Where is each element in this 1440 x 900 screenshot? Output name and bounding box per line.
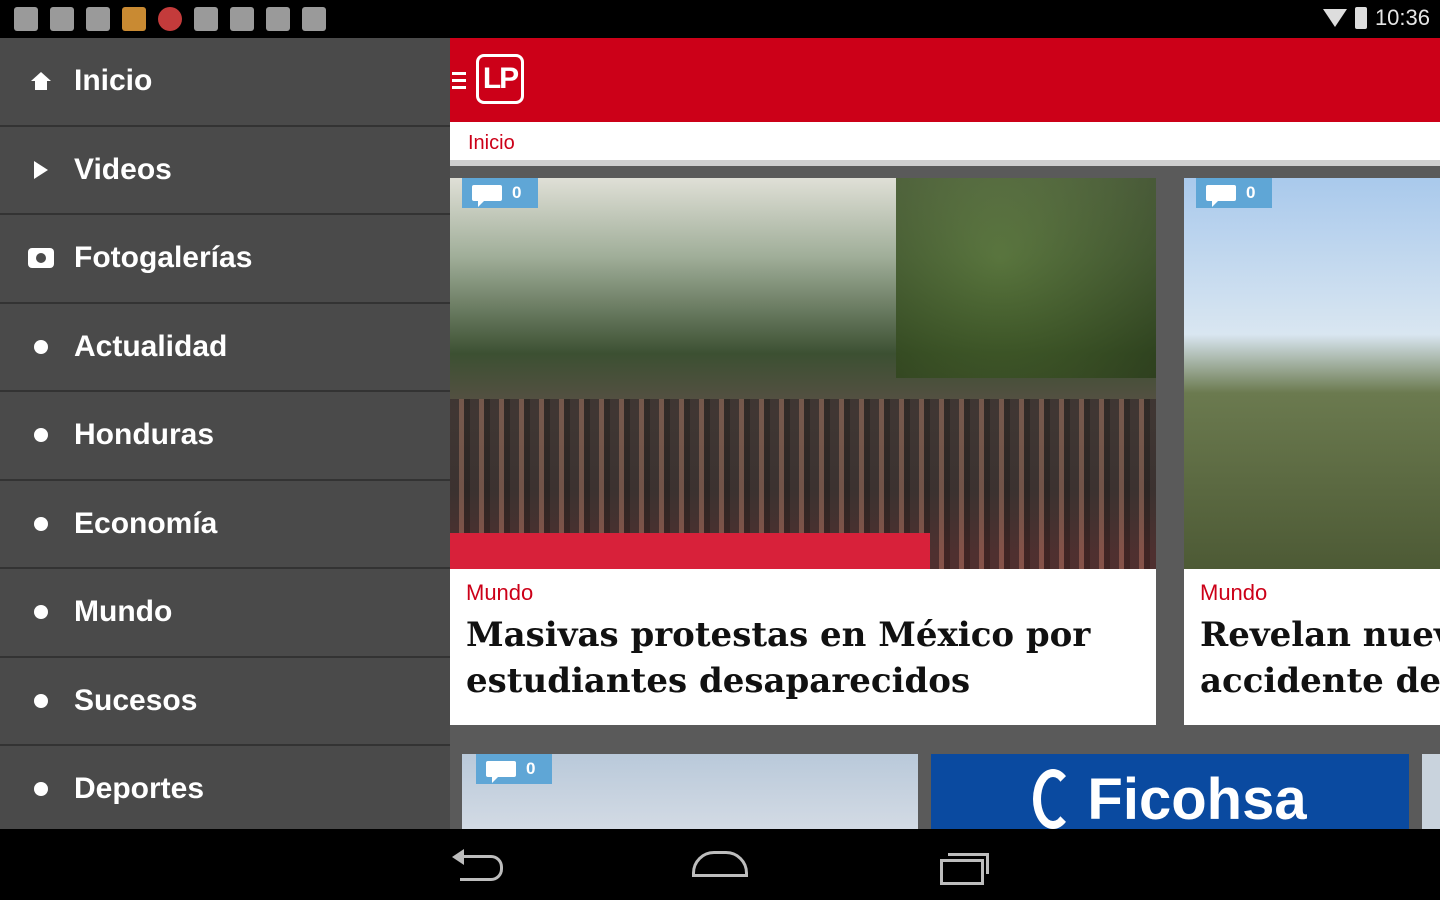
menu-icon[interactable]: [452, 72, 466, 90]
comment-count-badge: 0: [1196, 178, 1272, 208]
wifi-icon: [1322, 9, 1347, 27]
gmail-icon: [86, 7, 110, 31]
system-nav-bar: [0, 829, 1440, 900]
article-card[interactable]: 0 Mundo Revelan nuev accidente del: [1184, 178, 1440, 725]
dot-icon: [34, 516, 48, 531]
article-image: [1184, 178, 1440, 569]
ficohsa-logo-icon: [1033, 769, 1074, 829]
article-title[interactable]: accidente del: [1200, 658, 1440, 704]
drawer-item-label: Actualidad: [74, 329, 228, 363]
breadcrumb: Inicio: [468, 132, 515, 154]
drawer-item-label: Economía: [74, 506, 218, 540]
article-category[interactable]: Mundo: [1200, 580, 1267, 606]
drawer-item-actualidad[interactable]: Actualidad: [0, 304, 450, 392]
article-title[interactable]: Masivas protestas en México por: [466, 612, 1090, 658]
ad-brand: Ficohsa: [1087, 766, 1307, 830]
back-icon[interactable]: [452, 849, 503, 881]
article-card[interactable]: 0 Mundo Masivas protestas en México por …: [450, 178, 1156, 725]
article-title[interactable]: estudiantes desaparecidos: [466, 658, 970, 704]
dot-icon: [34, 693, 48, 708]
dot-icon: [34, 605, 48, 620]
app-header: LP: [450, 38, 1440, 122]
comment-count: 0: [1246, 183, 1256, 202]
app-logo[interactable]: LP: [476, 54, 524, 104]
advertisement-banner[interactable]: Ficohsa: [931, 754, 1409, 829]
wifi-question-icon: [50, 7, 74, 31]
notification-icons: [14, 7, 326, 31]
dot-icon: [34, 339, 48, 354]
article-card[interactable]: 0: [462, 754, 918, 829]
navigation-drawer: Inicio Videos Fotogalerías Actualidad Ho…: [0, 38, 450, 835]
breadcrumb-bar: Inicio: [450, 122, 1440, 166]
camera-icon: [194, 7, 218, 31]
drawer-item-mundo[interactable]: Mundo: [0, 569, 450, 658]
comment-count: 0: [512, 183, 522, 202]
main-content: LP Inicio 0 Mundo Masivas protestas en M…: [450, 38, 1440, 829]
home-icon: [31, 72, 51, 91]
article-title[interactable]: Revelan nuev: [1200, 612, 1440, 658]
comment-count-badge: 0: [462, 178, 538, 208]
article-category[interactable]: Mundo: [466, 580, 533, 606]
play-icon: [34, 160, 48, 179]
settings-icon: [14, 7, 38, 31]
drawer-item-fotogalerias[interactable]: Fotogalerías: [0, 215, 450, 304]
drawer-item-label: Honduras: [74, 418, 215, 452]
drawer-item-label: Mundo: [74, 595, 173, 629]
briefcase-icon: [266, 7, 290, 31]
clipboard-check-icon: [302, 7, 326, 31]
article-card[interactable]: [1422, 754, 1440, 829]
drawer-item-sucesos[interactable]: Sucesos: [0, 658, 450, 746]
comment-count-badge: 0: [476, 754, 552, 784]
barcode-icon: [230, 7, 254, 31]
drawer-item-deportes[interactable]: Deportes: [0, 746, 450, 835]
comment-icon: [472, 185, 502, 207]
camera-icon: [28, 248, 54, 269]
status-bar: 10:36: [0, 0, 1440, 38]
drawer-item-inicio[interactable]: Inicio: [0, 38, 450, 127]
comment-icon: [486, 761, 516, 783]
drawer-item-videos[interactable]: Videos: [0, 127, 450, 215]
dot-icon: [34, 782, 48, 797]
article-image: [450, 178, 1156, 569]
dot-icon: [34, 428, 48, 443]
status-time: 10:36: [1374, 5, 1430, 30]
drawer-item-label: Inicio: [74, 64, 153, 98]
drawer-item-label: Videos: [74, 152, 172, 186]
drawer-item-economia[interactable]: Economía: [0, 481, 450, 569]
drawer-item-label: Fotogalerías: [74, 241, 253, 275]
comment-icon: [1206, 185, 1236, 207]
home-button-icon[interactable]: [692, 851, 748, 877]
no-entry-icon: [158, 7, 182, 31]
drawer-item-label: Sucesos: [74, 683, 198, 717]
comment-count: 0: [526, 759, 536, 778]
drawer-item-label: Deportes: [74, 772, 205, 806]
drawer-item-honduras[interactable]: Honduras: [0, 392, 450, 481]
app-icon: [122, 7, 146, 31]
battery-icon: [1354, 7, 1367, 29]
recent-apps-icon[interactable]: [940, 853, 989, 885]
